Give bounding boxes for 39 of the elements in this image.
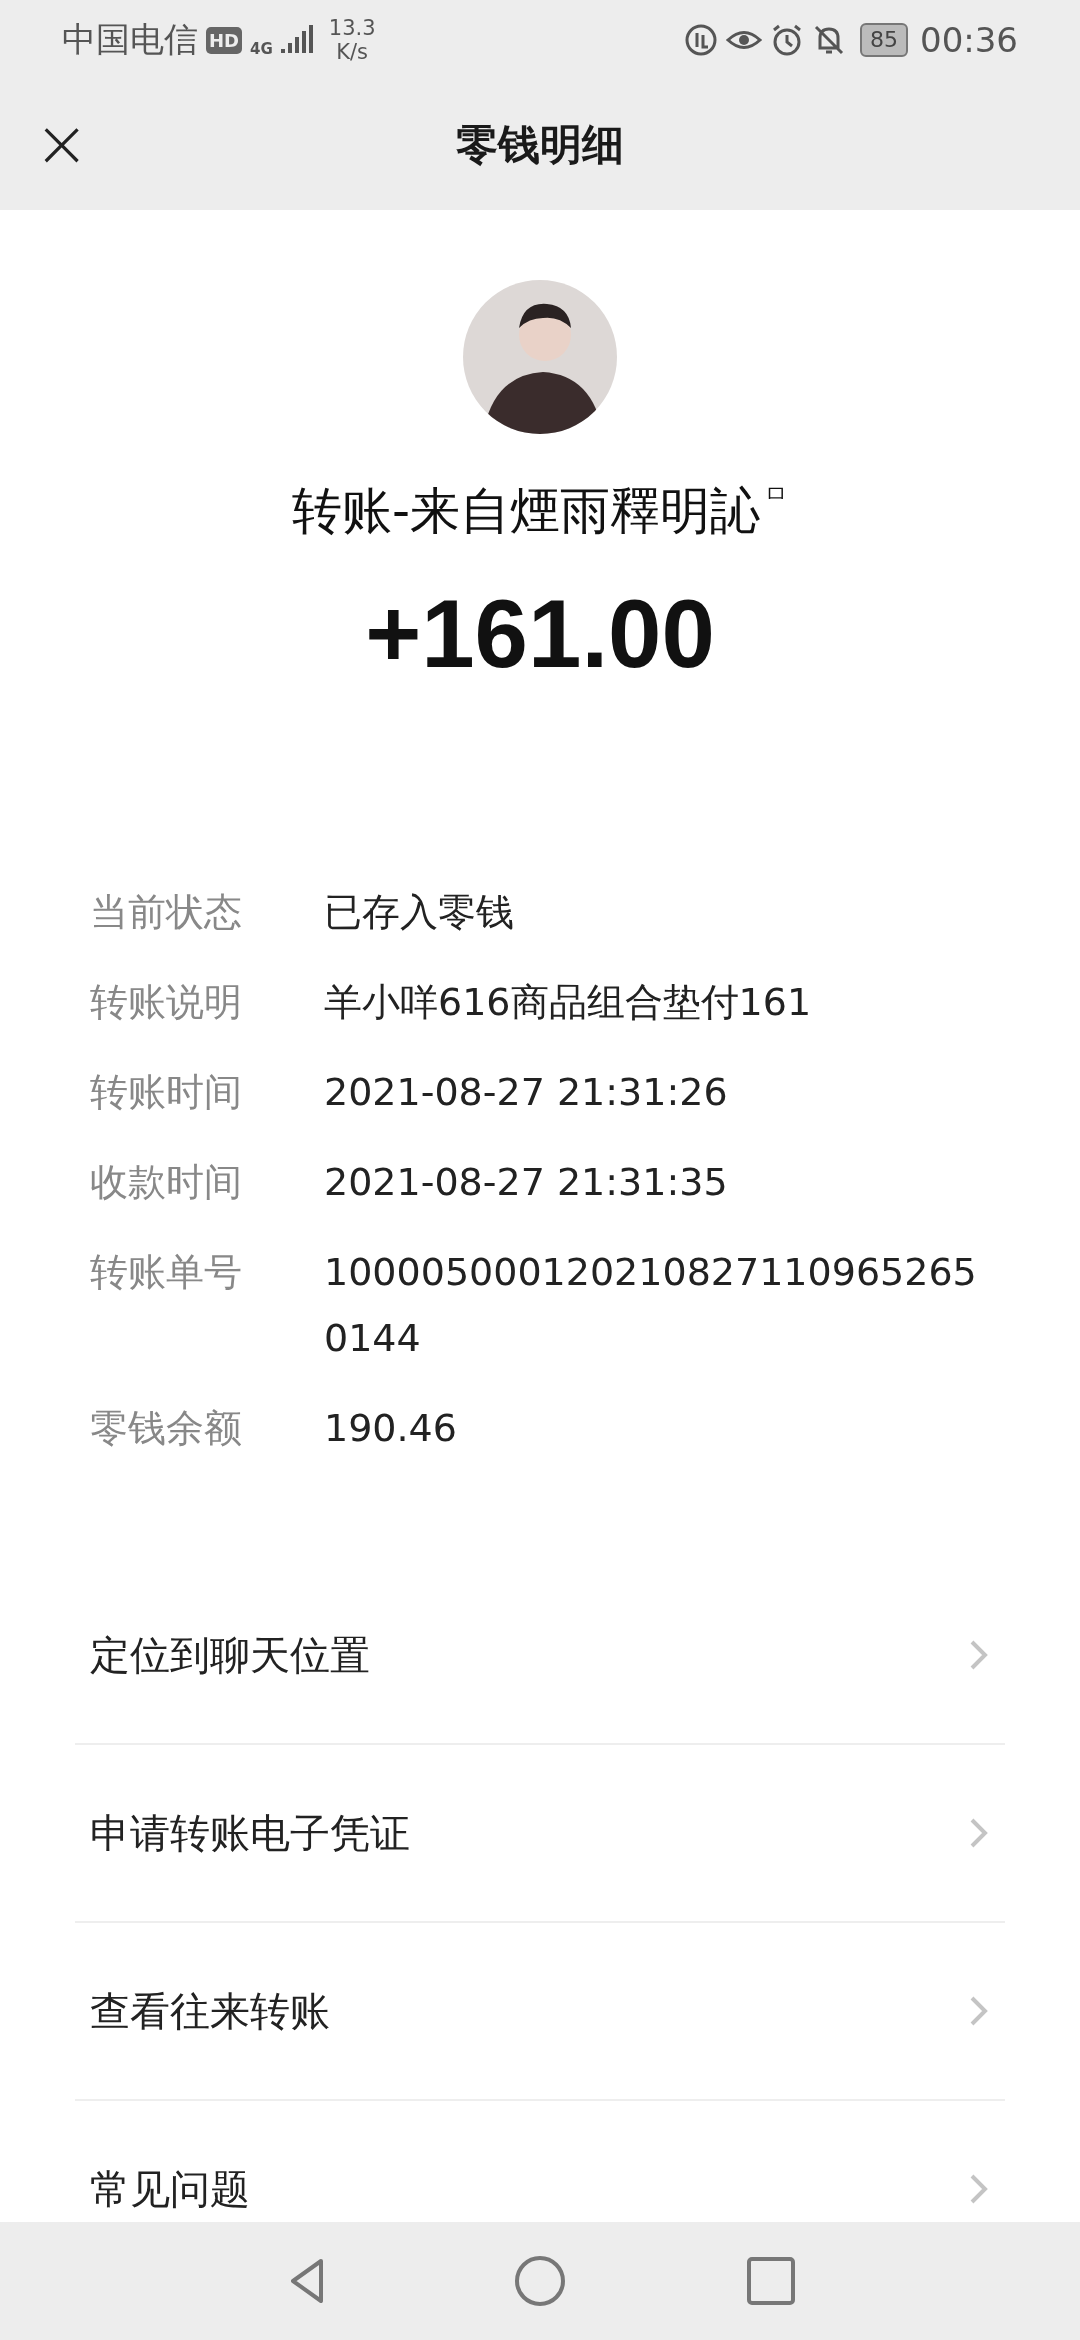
chevron-icon [968,2172,990,2206]
detail-label: 当前状态 [90,889,243,936]
network-type: 4G [250,40,273,58]
detail-value: 已存入零钱 [324,889,515,936]
chevron-icon [968,1994,990,2028]
menu-item[interactable]: 申请转账电子凭证 [75,1745,1005,1923]
chevron-icon [968,1816,990,1850]
detail-label: 零钱余额 [90,1405,243,1452]
close-button[interactable]: × [34,118,86,170]
battery-level: 85 [860,23,908,57]
detail-value: 2021-08-27 21:31:35 [324,1159,729,1206]
detail-label: 转账单号 [90,1249,243,1296]
menu-item-label: 查看往来转账 [90,1986,330,2036]
menu-item[interactable]: 查看往来转账 [75,1923,1005,2101]
transfer-title: 转账-来自煙雨釋明訫 [291,481,760,542]
carrier-name: 中国电信 [62,18,198,61]
hd-badge: HD [206,26,242,54]
menu-item[interactable]: 定位到聊天位置 [75,1567,1005,1745]
bell-off-icon [812,23,846,57]
detail-value: 1000050001202108271109652650144 [324,1249,978,1362]
detail-value: 190.46 [324,1405,458,1452]
transfer-amount: +161.00 [365,579,715,689]
alarm-icon [770,23,804,57]
menu-item-label: 定位到聊天位置 [90,1630,370,1680]
speed-unit: K/s [336,40,369,64]
menu-item-label: 常见问题 [90,2164,250,2214]
chevron-icon [968,1638,990,1672]
page-title: 零钱明细 [456,119,624,171]
home-button[interactable] [512,2253,568,2309]
detail-label: 转账时间 [90,1069,243,1116]
detail-label: 收款时间 [90,1159,243,1206]
data-saver-icon [684,23,718,57]
clock-time: 00:36 [920,20,1018,60]
menu-item-label: 申请转账电子凭证 [90,1808,410,1858]
detail-value: 羊小咩616商品组合垫付161 [324,979,813,1026]
name-symbol: ㅁ [764,479,788,510]
network-speed: 13.3 [328,16,376,40]
detail-label: 转账说明 [90,979,243,1026]
detail-value: 2021-08-27 21:31:26 [324,1069,729,1116]
